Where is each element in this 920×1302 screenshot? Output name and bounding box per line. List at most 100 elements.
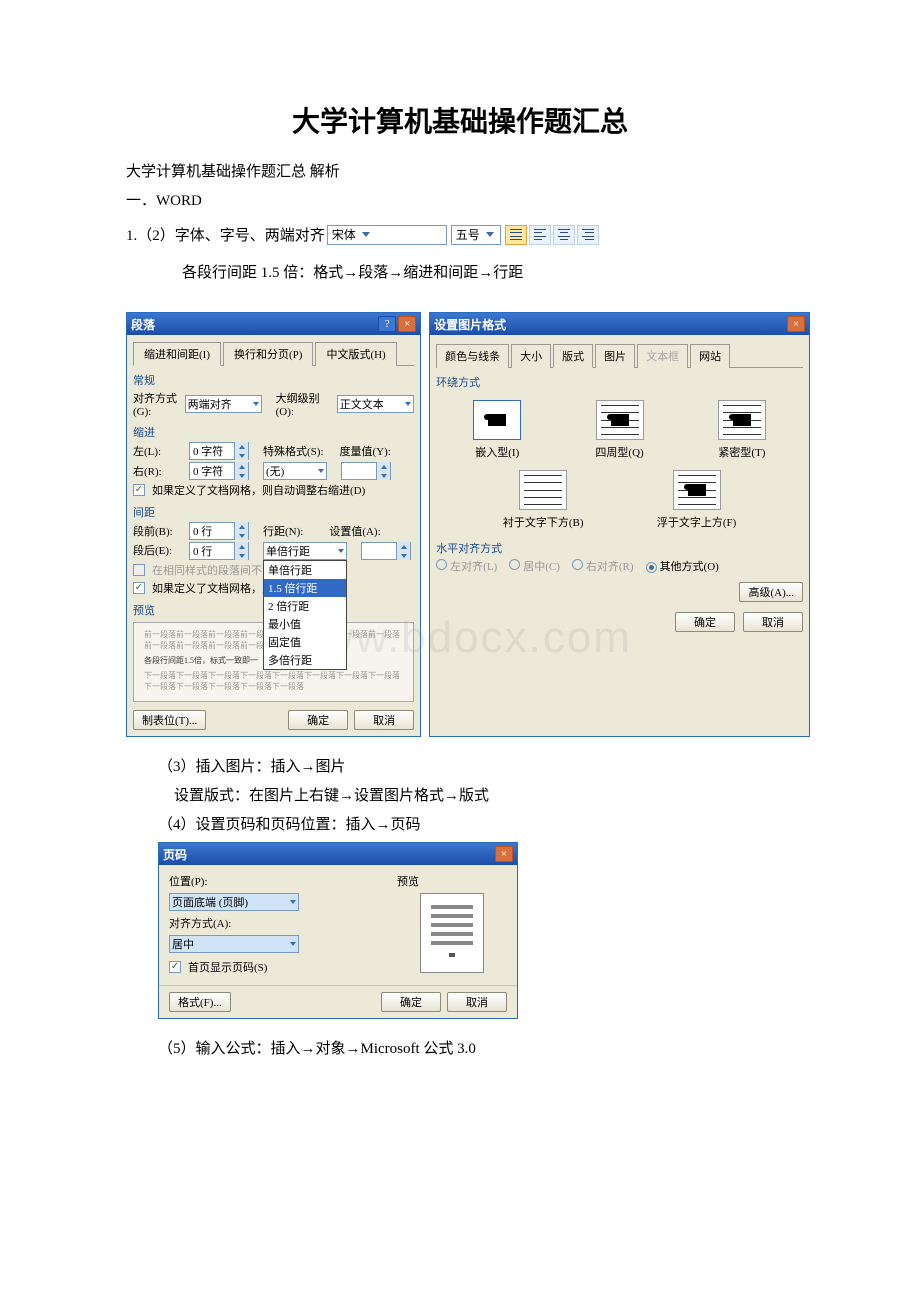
wrap-label: 环绕方式 — [436, 374, 803, 390]
group-indent: 缩进 — [133, 424, 414, 440]
linespace-dropdown[interactable]: 单倍行距 1.5 倍行距 2 倍行距 最小值 固定值 多倍行距 — [263, 560, 347, 670]
setvalue-spinner[interactable] — [361, 542, 411, 560]
align-center-button[interactable] — [553, 225, 575, 245]
auto-indent-check[interactable]: ✓ — [133, 484, 145, 496]
pn-format-button[interactable]: 格式(F)... — [169, 992, 231, 1012]
pagenum-titlebar[interactable]: 页码 × — [159, 843, 517, 865]
wrap-inline-label: 嵌入型(I) — [475, 444, 519, 460]
wrap-behind-label: 衬于文字下方(B) — [503, 514, 584, 530]
align-left-button[interactable] — [529, 225, 551, 245]
wrap-tight[interactable] — [718, 400, 766, 440]
align-justify-button[interactable] — [505, 225, 527, 245]
pn-cancel-button[interactable]: 取消 — [447, 992, 507, 1012]
align-label: 对齐方式(G): — [133, 390, 181, 418]
chevron-down-icon — [362, 232, 370, 237]
chevron-down-icon — [290, 942, 296, 946]
tab-asian-typography[interactable]: 中文版式(H) — [315, 342, 396, 366]
tab-textbox: 文本框 — [637, 344, 688, 368]
tab-size[interactable]: 大小 — [511, 344, 551, 368]
opt-double[interactable]: 2 倍行距 — [264, 597, 346, 615]
chevron-down-icon — [338, 549, 344, 553]
right-spinner[interactable]: 0 字符 — [189, 462, 249, 480]
special-value: (无) — [266, 463, 284, 479]
setvalue-label: 设置值(A): — [329, 523, 380, 539]
line-linespacing: 各段行间距 1.5 倍：格式→段落→缩进和间距→行距 — [182, 261, 810, 282]
picfmt-title: 设置图片格式 — [434, 316, 506, 333]
snapgrid-check[interactable]: ✓ — [133, 582, 145, 594]
chevron-down-icon — [486, 232, 494, 237]
picfmt-cancel-button[interactable]: 取消 — [743, 612, 803, 632]
pn-pos-select[interactable]: 页面底端 (页脚) — [169, 893, 299, 911]
pn-align-value: 居中 — [172, 936, 194, 952]
pn-preview — [420, 893, 484, 973]
tab-layout[interactable]: 版式 — [553, 344, 593, 368]
font-size-value: 五号 — [456, 226, 480, 243]
wrap-front-label: 浮于文字上方(F) — [657, 514, 736, 530]
paragraph-dialog: 段落 ? × 缩进和间距(I) 换行和分页(P) 中文版式(H) 常规 对齐方式… — [126, 312, 421, 737]
tab-line-page-breaks[interactable]: 换行和分页(P) — [223, 342, 313, 366]
left-spinner[interactable]: 0 字符 — [189, 442, 249, 460]
halign-other-radio[interactable] — [646, 562, 657, 573]
font-name-dropdown[interactable]: 宋体 — [327, 225, 447, 245]
opt-multiple[interactable]: 多倍行距 — [264, 651, 346, 669]
pn-ok-button[interactable]: 确定 — [381, 992, 441, 1012]
linespace-label: 行距(N): — [263, 523, 303, 539]
close-button[interactable]: × — [787, 316, 805, 332]
before-spinner[interactable]: 0 行 — [189, 522, 249, 540]
tab-colors-lines[interactable]: 颜色与线条 — [436, 344, 509, 368]
group-general: 常规 — [133, 372, 414, 388]
measure-spinner[interactable] — [341, 462, 391, 480]
font-size-dropdown[interactable]: 五号 — [451, 225, 501, 245]
picfmt-titlebar[interactable]: 设置图片格式 × — [430, 313, 809, 335]
chevron-down-icon — [253, 402, 259, 406]
pn-firstpage-label: 首页显示页码(S) — [188, 959, 267, 975]
line-formula: （5）输入公式：插入→对象→Microsoft 公式 3.0 — [158, 1037, 810, 1058]
measure-label: 度量值(Y): — [340, 443, 391, 459]
before-value: 0 行 — [190, 523, 234, 539]
align-select[interactable]: 两端对齐 — [185, 395, 262, 413]
left-value: 0 字符 — [190, 443, 234, 459]
halign-left-label: 左对齐(L) — [450, 561, 497, 573]
opt-exact[interactable]: 固定值 — [264, 633, 346, 651]
align-right-button[interactable] — [577, 225, 599, 245]
after-spinner[interactable]: 0 行 — [189, 542, 249, 560]
close-button[interactable]: × — [398, 316, 416, 332]
wrap-front[interactable] — [673, 470, 721, 510]
tab-indent-spacing[interactable]: 缩进和间距(I) — [133, 342, 221, 366]
advanced-button[interactable]: 高级(A)... — [739, 582, 803, 602]
wrap-square[interactable] — [596, 400, 644, 440]
cancel-button[interactable]: 取消 — [354, 710, 414, 730]
pn-align-label: 对齐方式(A): — [169, 915, 367, 931]
special-label: 特殊格式(S): — [263, 443, 324, 459]
left-label: 左(L): — [133, 443, 185, 459]
opt-atleast[interactable]: 最小值 — [264, 615, 346, 633]
pn-pos-value: 页面底端 (页脚) — [172, 894, 248, 910]
line-insert-pic: （3）插入图片：插入→图片 — [158, 755, 810, 776]
right-value: 0 字符 — [190, 463, 234, 479]
opt-1-5[interactable]: 1.5 倍行距 — [264, 579, 346, 597]
linespace-value: 单倍行距 — [266, 543, 310, 559]
help-button[interactable]: ? — [378, 316, 396, 332]
opt-single[interactable]: 单倍行距 — [264, 561, 346, 579]
pn-firstpage-check[interactable]: ✓ — [169, 961, 181, 973]
tab-web[interactable]: 网站 — [690, 344, 730, 368]
ok-button[interactable]: 确定 — [288, 710, 348, 730]
picfmt-ok-button[interactable]: 确定 — [675, 612, 735, 632]
wrap-behind[interactable] — [519, 470, 567, 510]
halign-other-label: 其他方式(O) — [660, 561, 719, 573]
pn-preview-label: 预览 — [397, 876, 419, 888]
tab-picture[interactable]: 图片 — [595, 344, 635, 368]
special-select[interactable]: (无) — [263, 462, 327, 480]
halign-label: 水平对齐方式 — [436, 540, 803, 556]
tabstops-button[interactable]: 制表位(T)... — [133, 710, 206, 730]
wrap-inline[interactable] — [473, 400, 521, 440]
outline-select[interactable]: 正文文本 — [337, 395, 414, 413]
paragraph-titlebar[interactable]: 段落 ? × — [127, 313, 420, 335]
halign-left-radio — [436, 559, 447, 570]
close-button[interactable]: × — [495, 846, 513, 862]
pn-align-select[interactable]: 居中 — [169, 935, 299, 953]
outline-value: 正文文本 — [340, 396, 384, 412]
line-set-layout: 设置版式：在图片上右键→设置图片格式→版式 — [174, 784, 810, 805]
after-value: 0 行 — [190, 543, 234, 559]
linespace-select[interactable]: 单倍行距 — [263, 542, 347, 560]
